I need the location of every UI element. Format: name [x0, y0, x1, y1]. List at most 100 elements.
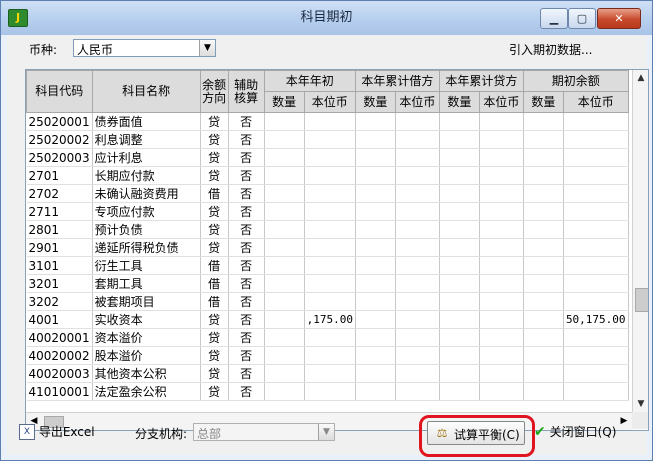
cell-opening-base[interactable]	[304, 382, 356, 401]
table-row[interactable]: 2702 未确认融资费用借否	[26, 184, 629, 203]
table-row[interactable]: 3101 衍生工具借否	[26, 256, 629, 275]
cell-name[interactable]: 预计负债	[92, 220, 201, 239]
header-base[interactable]: 本位币	[562, 91, 629, 113]
cell-aux[interactable]: 否	[228, 148, 265, 167]
cell-qty[interactable]	[523, 310, 564, 329]
cell-name[interactable]: 股本溢价	[92, 346, 201, 365]
cell-direction[interactable]: 贷	[200, 364, 229, 383]
cell-qty[interactable]	[439, 346, 480, 365]
cell-qty[interactable]	[439, 292, 480, 311]
cell-credit-base[interactable]	[479, 328, 524, 347]
cell-qty[interactable]	[439, 148, 480, 167]
cell-qty[interactable]	[523, 148, 564, 167]
cell-qty[interactable]	[264, 202, 305, 221]
cell-opening-base[interactable]	[304, 220, 356, 239]
cell-balance-base[interactable]	[563, 364, 629, 383]
cell-opening-base[interactable]	[304, 148, 356, 167]
cell-qty[interactable]	[439, 166, 480, 185]
cell-credit-base[interactable]	[479, 130, 524, 149]
header-aux[interactable]: 辅助核算	[227, 70, 265, 113]
table-row[interactable]: 3201 套期工具借否	[26, 274, 629, 293]
cell-name[interactable]: 被套期项目	[92, 292, 201, 311]
vertical-scrollbar[interactable]: ▲ ▼	[632, 70, 648, 412]
cell-qty[interactable]	[355, 238, 396, 257]
cell-qty[interactable]	[264, 364, 305, 383]
cell-qty[interactable]	[264, 274, 305, 293]
cell-name[interactable]: 应计利息	[92, 148, 201, 167]
cell-qty[interactable]	[523, 364, 564, 383]
cell-name[interactable]: 未确认融资费用	[92, 184, 201, 203]
cell-name[interactable]: 长期应付款	[92, 166, 201, 185]
header-base[interactable]: 本位币	[478, 91, 524, 113]
cell-qty[interactable]	[264, 292, 305, 311]
table-row[interactable]: 40020003 其他资本公积贷否	[26, 364, 629, 383]
cell-direction[interactable]: 贷	[200, 346, 229, 365]
cell-name[interactable]: 衍生工具	[92, 256, 201, 275]
cell-credit-base[interactable]	[479, 364, 524, 383]
cell-qty[interactable]	[523, 184, 564, 203]
export-excel-button[interactable]: X 导出Excel	[19, 423, 95, 441]
cell-direction[interactable]: 贷	[200, 220, 229, 239]
cell-aux[interactable]: 否	[228, 328, 265, 347]
cell-qty[interactable]	[439, 256, 480, 275]
cell-qty[interactable]	[355, 364, 396, 383]
cell-opening-base[interactable]	[304, 328, 356, 347]
cell-qty[interactable]	[355, 220, 396, 239]
cell-qty[interactable]	[523, 346, 564, 365]
table-row[interactable]: 2901 递延所得税负债贷否	[26, 238, 629, 257]
table-row[interactable]: 25020002 利息调整贷否	[26, 130, 629, 149]
cell-name[interactable]: 实收资本	[92, 310, 201, 329]
cell-direction[interactable]: 贷	[200, 328, 229, 347]
cell-qty[interactable]	[355, 382, 396, 401]
cell-direction[interactable]: 贷	[200, 166, 229, 185]
cell-code[interactable]: 25020001	[26, 112, 93, 131]
table-row[interactable]: 25020001 债券面值贷否	[26, 112, 629, 131]
header-code[interactable]: 科目代码	[26, 70, 93, 113]
cell-code[interactable]: 41010001	[26, 382, 93, 401]
cell-qty[interactable]	[264, 310, 305, 329]
cell-opening-base[interactable]	[304, 238, 356, 257]
cell-opening-base[interactable]	[304, 274, 356, 293]
cell-debit-base[interactable]	[395, 148, 440, 167]
cell-qty[interactable]	[523, 292, 564, 311]
cell-opening-base[interactable]	[304, 130, 356, 149]
cell-credit-base[interactable]	[479, 166, 524, 185]
cell-opening-base[interactable]	[304, 364, 356, 383]
cell-name[interactable]: 资本溢价	[92, 328, 201, 347]
header-group-balance[interactable]: 期初余额	[522, 70, 629, 92]
cell-name[interactable]: 递延所得税负债	[92, 238, 201, 257]
cell-opening-base[interactable]: ,175.00	[304, 310, 356, 329]
cell-qty[interactable]	[355, 328, 396, 347]
cell-aux[interactable]: 否	[228, 130, 265, 149]
cell-code[interactable]: 2711	[26, 202, 93, 221]
cell-qty[interactable]	[523, 256, 564, 275]
header-qty[interactable]: 数量	[263, 91, 305, 113]
cell-code[interactable]: 2701	[26, 166, 93, 185]
header-qty[interactable]: 数量	[438, 91, 480, 113]
header-group-opening[interactable]: 本年年初	[263, 70, 356, 92]
title-bar[interactable]: J 科目期初 ▁ ▢ ✕	[1, 1, 652, 35]
cell-debit-base[interactable]	[395, 256, 440, 275]
cell-qty[interactable]	[355, 130, 396, 149]
cell-qty[interactable]	[523, 202, 564, 221]
cell-qty[interactable]	[523, 328, 564, 347]
cell-debit-base[interactable]	[395, 274, 440, 293]
cell-qty[interactable]	[523, 220, 564, 239]
cell-qty[interactable]	[264, 220, 305, 239]
table-row[interactable]: 3202 被套期项目借否	[26, 292, 629, 311]
cell-qty[interactable]	[355, 274, 396, 293]
cell-balance-base[interactable]	[563, 130, 629, 149]
cell-balance-base[interactable]	[563, 292, 629, 311]
cell-aux[interactable]: 否	[228, 274, 265, 293]
cell-balance-base[interactable]	[563, 112, 629, 131]
cell-credit-base[interactable]	[479, 112, 524, 131]
cell-direction[interactable]: 贷	[200, 382, 229, 401]
cell-balance-base[interactable]	[563, 256, 629, 275]
cell-name[interactable]: 债券面值	[92, 112, 201, 131]
cell-balance-base[interactable]	[563, 328, 629, 347]
cell-aux[interactable]: 否	[228, 346, 265, 365]
cell-code[interactable]: 40020003	[26, 364, 93, 383]
cell-qty[interactable]	[264, 382, 305, 401]
cell-qty[interactable]	[439, 364, 480, 383]
cell-direction[interactable]: 贷	[200, 148, 229, 167]
